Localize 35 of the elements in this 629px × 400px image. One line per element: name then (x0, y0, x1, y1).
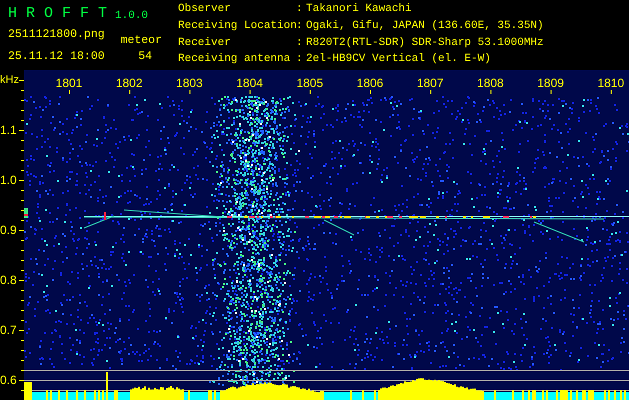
axis-label: 0.9 (0, 222, 17, 238)
axis-label: 1809 (537, 76, 564, 90)
info-separator: : (296, 36, 303, 50)
app-title: H R O F F T (8, 4, 108, 24)
axis-label: 1.0 (0, 172, 17, 188)
info-separator: : (296, 53, 303, 68)
axis-label: 1806 (356, 76, 384, 90)
info-label: Receiver (178, 36, 231, 50)
axis-label: 1.1 (0, 122, 17, 138)
timestamp: 25.11.12 18:00 (8, 50, 105, 64)
info-value: R820T2(RTL-SDR) SDR-Sharp 53.1000MHz (306, 36, 544, 50)
axis-label: 1810 (597, 76, 624, 90)
version-label: 1.0.0 (115, 8, 148, 24)
file-name: 2511121800.png (8, 28, 105, 43)
info-separator: : (296, 20, 303, 34)
info-value: Takanori Kawachi (306, 3, 412, 17)
axis-unit: kHz (0, 73, 19, 88)
axis-label: 1804 (236, 76, 263, 90)
axis-label: 1807 (416, 76, 444, 90)
axis-label: 1802 (116, 76, 143, 90)
info-separator: : (296, 3, 303, 17)
info-label: Observer (178, 3, 231, 17)
meteor-count: 54 (138, 50, 152, 64)
axis-label: 1805 (296, 76, 324, 90)
axis-label: 1803 (176, 76, 203, 90)
info-label: Receiving antenna (178, 53, 290, 68)
info-value: 2el-HB9CV Vertical (el. E-W) (306, 53, 491, 68)
axis-label: 1801 (56, 76, 82, 90)
counter-label: meteor (120, 34, 163, 48)
axis-label: 1808 (477, 76, 504, 90)
info-value: Ogaki, Gifu, JAPAN (136.60E, 35.35N) (306, 20, 544, 34)
info-label: Receiving Location (178, 20, 297, 34)
axis-label: 0.7 (0, 322, 17, 338)
axis-label: 0.6 (0, 372, 17, 388)
axis-label: 0.8 (0, 272, 17, 288)
